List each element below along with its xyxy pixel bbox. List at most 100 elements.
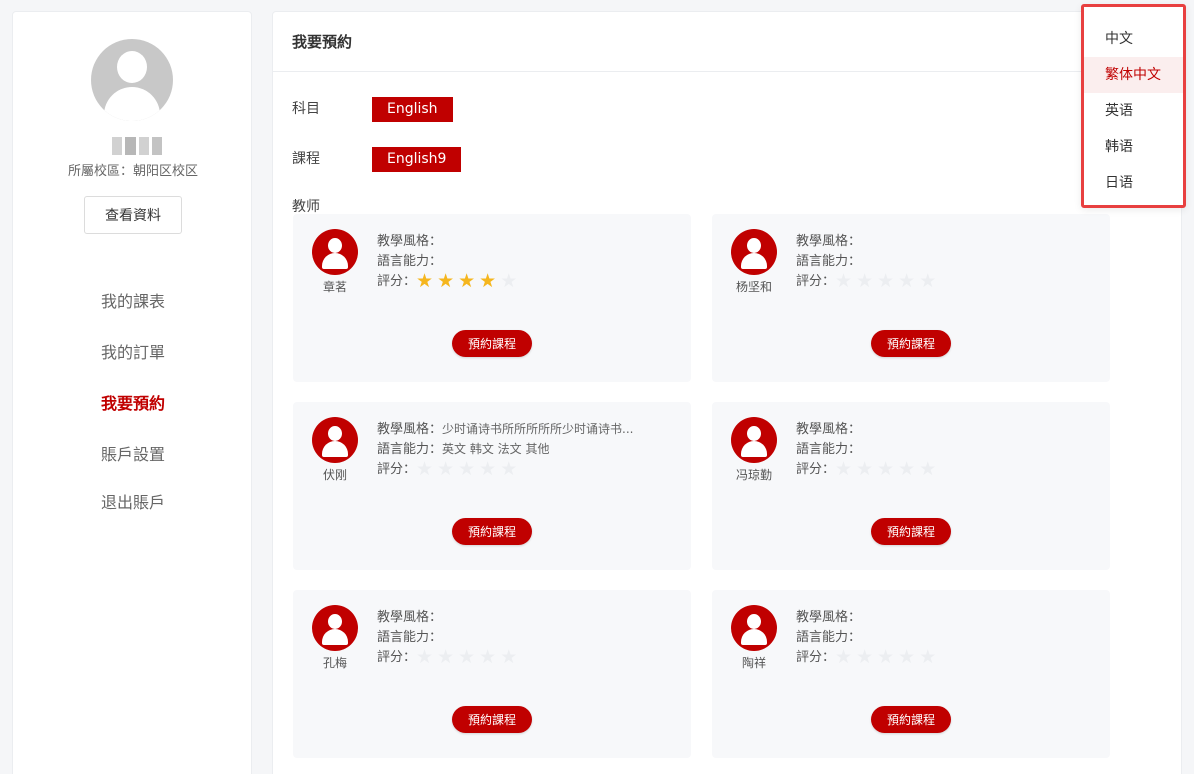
star-icon: ★ (500, 270, 518, 291)
star-icon: ★ (500, 458, 518, 479)
language-ability-label: 語言能力： (377, 254, 443, 269)
rating-label: 評分： (377, 274, 417, 289)
blurred-username (112, 137, 162, 155)
nav-account-settings[interactable]: 賬戶設置 (13, 441, 253, 465)
campus-label: 所屬校區：朝阳区校区 (67, 164, 198, 179)
lang-option-english[interactable]: 英语 (1084, 93, 1183, 129)
teacher-card: 伏刚 教學風格：少时诵诗书所所所所所少时诵诗书... 語言能力：英文 韩文 法文 其… (293, 402, 691, 570)
language-ability-label: 語言能力： (796, 442, 862, 457)
nav-my-schedule[interactable]: 我的課表 (13, 288, 253, 312)
teacher-card: 杨坚和 教學風格： 語言能力： 評分： ★ ★ ★ ★ ★ 預約課程 (712, 214, 1110, 382)
star-icon: ★ (437, 458, 455, 479)
language-ability: 語言能力： (377, 626, 667, 645)
nav-logout[interactable]: 退出賬戶 (13, 489, 253, 513)
teaching-style: 教學風格： (796, 230, 1086, 249)
book-course-button[interactable]: 預約課程 (452, 518, 532, 545)
teaching-style: 教學風格： (796, 606, 1086, 625)
rating: 評分： ★ ★ ★ ★ ★ (796, 458, 1086, 479)
star-icon: ★ (919, 458, 937, 479)
view-profile-button[interactable]: 查看資料 (84, 196, 182, 234)
star-icon: ★ (437, 646, 455, 667)
rating: 評分： ★ ★ ★ ★ ★ (377, 646, 667, 667)
language-ability-label: 語言能力： (796, 254, 862, 269)
teacher-card: 章茗 教學風格： 語言能力： 評分： ★ ★ ★ ★ ★ 預約課程 (293, 214, 691, 382)
nav-my-orders[interactable]: 我的訂單 (13, 339, 253, 363)
teaching-style: 教學風格： (377, 606, 667, 625)
language-ability-value: 英文 韩文 法文 其他 (442, 442, 550, 456)
star-icon: ★ (416, 270, 434, 291)
teacher-card: 冯琼勤 教學風格： 語言能力： 評分： ★ ★ ★ ★ ★ 預約課程 (712, 402, 1110, 570)
star-icon: ★ (856, 270, 874, 291)
rating: 評分： ★ ★ ★ ★ ★ (377, 270, 667, 291)
star-icon: ★ (835, 270, 853, 291)
teaching-style-label: 教學風格： (796, 422, 862, 437)
lang-option-japanese[interactable]: 日语 (1084, 165, 1183, 201)
lang-option-traditional-chinese[interactable]: 繁体中文 (1084, 57, 1183, 93)
teacher-name: 章茗 (322, 280, 347, 294)
course-tag[interactable]: English9 (372, 147, 462, 172)
book-course-button[interactable]: 預約課程 (871, 706, 951, 733)
star-icon: ★ (479, 646, 497, 667)
teacher-name: 伏刚 (322, 468, 347, 482)
teacher-avatar-icon (312, 605, 358, 651)
star-icon: ★ (479, 458, 497, 479)
teaching-style-label: 教學風格： (796, 234, 862, 249)
teaching-style-value: 少时诵诗书所所所所所少时诵诗书... (442, 422, 634, 436)
rating-stars: ★ ★ ★ ★ ★ (416, 648, 517, 667)
star-icon: ★ (835, 646, 853, 667)
book-course-button[interactable]: 預約課程 (871, 518, 951, 545)
teaching-style-label: 教學風格： (377, 610, 443, 625)
rating-stars: ★ ★ ★ ★ ★ (835, 460, 936, 479)
star-icon: ★ (877, 458, 895, 479)
nav-book[interactable]: 我要預約 (13, 390, 253, 414)
language-ability: 語言能力： (796, 626, 1086, 645)
language-ability: 語言能力： (796, 438, 1086, 457)
sidebar: 所屬校區：朝阳区校区 查看資料 我的課表 我的訂單 我要預約 賬戶設置 退出賬戶 (12, 11, 252, 774)
teacher-avatar-icon (312, 229, 358, 275)
teaching-style: 教學風格：少时诵诗书所所所所所少时诵诗书... (377, 418, 667, 437)
teaching-style-label: 教學風格： (377, 422, 443, 437)
star-icon: ★ (898, 646, 916, 667)
teacher-name: 杨坚和 (735, 280, 772, 294)
teacher-avatar-icon (312, 417, 358, 463)
star-icon: ★ (919, 646, 937, 667)
page-title: 我要預約 (273, 12, 1181, 72)
language-dropdown: 中文 繁体中文 英语 韩语 日语 (1081, 4, 1186, 208)
rating: 評分： ★ ★ ★ ★ ★ (377, 458, 667, 479)
rating-stars: ★ ★ ★ ★ ★ (835, 648, 936, 667)
star-icon: ★ (458, 270, 476, 291)
book-course-button[interactable]: 預約課程 (452, 706, 532, 733)
lang-option-chinese[interactable]: 中文 (1084, 21, 1183, 57)
rating-label: 評分： (796, 274, 836, 289)
book-course-button[interactable]: 預約課程 (871, 330, 951, 357)
user-avatar-icon (91, 39, 173, 121)
star-icon: ★ (437, 270, 455, 291)
star-icon: ★ (856, 458, 874, 479)
subject-label: 科目 (292, 101, 320, 117)
subject-tag[interactable]: English (372, 97, 453, 122)
star-icon: ★ (500, 646, 518, 667)
rating-label: 評分： (377, 462, 417, 477)
teacher-name: 孔梅 (322, 656, 347, 670)
teaching-style-label: 教學風格： (796, 610, 862, 625)
teacher-name: 陶祥 (741, 656, 766, 670)
star-icon: ★ (416, 646, 434, 667)
star-icon: ★ (479, 270, 497, 291)
language-ability-label: 語言能力： (377, 630, 443, 645)
teacher-card: 孔梅 教學風格： 語言能力： 評分： ★ ★ ★ ★ ★ 預約課程 (293, 590, 691, 758)
teacher-avatar-icon (731, 417, 777, 463)
rating-stars: ★ ★ ★ ★ ★ (416, 460, 517, 479)
star-icon: ★ (877, 646, 895, 667)
language-ability: 語言能力： (377, 250, 667, 269)
course-label: 課程 (292, 151, 320, 167)
lang-option-korean[interactable]: 韩语 (1084, 129, 1183, 165)
star-icon: ★ (877, 270, 895, 291)
book-course-button[interactable]: 預約課程 (452, 330, 532, 357)
star-icon: ★ (835, 458, 853, 479)
rating-stars: ★ ★ ★ ★ ★ (835, 272, 936, 291)
rating-label: 評分： (796, 650, 836, 665)
rating: 評分： ★ ★ ★ ★ ★ (796, 270, 1086, 291)
star-icon: ★ (919, 270, 937, 291)
teaching-style: 教學風格： (377, 230, 667, 249)
teaching-style: 教學風格： (796, 418, 1086, 437)
